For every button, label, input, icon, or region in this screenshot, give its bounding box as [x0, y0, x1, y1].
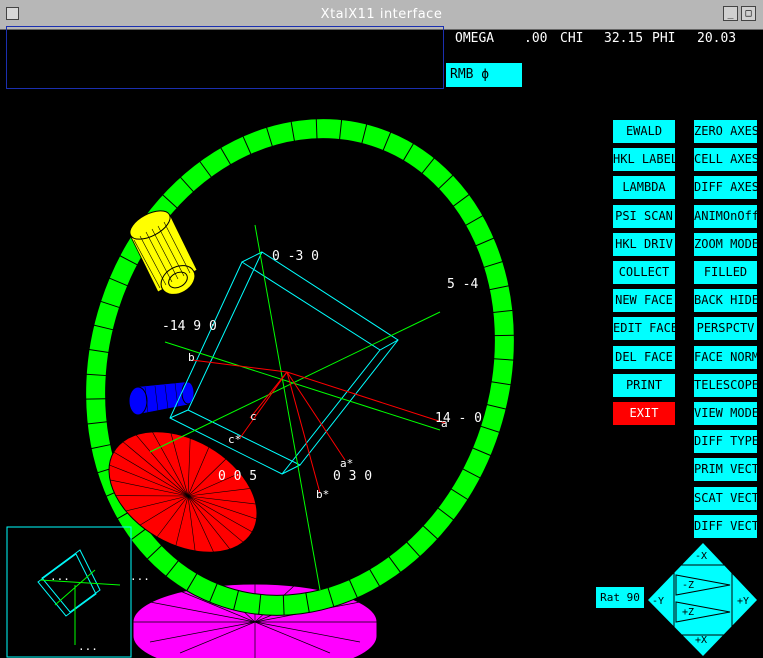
hkl-label-right-top: 5 -4	[447, 277, 478, 292]
rot-pos-y[interactable]: +Y	[737, 596, 749, 607]
diff-axes-button[interactable]: DIFF AXES	[694, 176, 757, 200]
axis-astar-label: a*	[340, 457, 353, 470]
crystal-wireframe	[169, 251, 399, 475]
mini-view[interactable]: ... ... ...	[6, 526, 150, 658]
collect-button[interactable]: COLLECT	[613, 261, 675, 284]
rot-neg-x[interactable]: -X	[695, 551, 707, 562]
new-face-button[interactable]: NEW FACE	[613, 289, 675, 313]
main-canvas: 0 -3 0 5 -4 -14 9 0 14 - 0 0 0 5 0 3 0 b…	[0, 26, 763, 658]
axis-a-label: a	[441, 417, 448, 430]
perspctv-button[interactable]: PERSPCTV	[694, 317, 757, 341]
hkl-label-button[interactable]: HKL LABEL	[613, 148, 675, 172]
axis-c-label: c	[250, 410, 257, 423]
phi-label: PHI	[652, 31, 676, 46]
window-title: XtalX11 interface	[320, 7, 443, 22]
print-button[interactable]: PRINT	[613, 373, 675, 397]
ewald-button[interactable]: EWALD	[613, 120, 675, 143]
hkl-label-bottom: 0 0 5	[218, 469, 257, 484]
hkl-label-left: -14 9 0	[162, 319, 217, 334]
mini-dots-3: ...	[78, 640, 98, 653]
edit-face-button[interactable]: EDIT FACE	[613, 317, 675, 341]
mini-dots-1: ...	[50, 570, 70, 583]
rot-pos-z[interactable]: +Z	[682, 607, 694, 618]
chi-value: 32.15	[604, 31, 644, 46]
omega-value: .00	[524, 31, 548, 46]
animonoff-button[interactable]: ANIMOnOff	[694, 204, 757, 228]
rotation-control[interactable]: -X +X -Y +Y -Z +Z	[648, 543, 757, 656]
rot-neg-y[interactable]: -Y	[652, 596, 664, 607]
del-face-button[interactable]: DEL FACE	[613, 345, 675, 369]
mini-dots-2: ...	[130, 570, 150, 583]
rot-pos-x[interactable]: +X	[695, 635, 707, 646]
hkl-label-bottom-right: 0 3 0	[333, 469, 372, 484]
chi-ring	[85, 118, 515, 616]
prim-vect-button[interactable]: PRIM VECT	[694, 458, 757, 482]
zero-axes-button[interactable]: ZERO AXES	[694, 120, 757, 143]
hkl-driv-button[interactable]: HKL DRIV	[613, 232, 675, 256]
lambda-button[interactable]: LAMBDA	[613, 176, 675, 200]
scat-vect-button[interactable]: SCAT VECT	[694, 486, 757, 510]
axis-cstar-label: c*	[228, 433, 241, 446]
rmb-phi-button[interactable]: RMB ϕ	[446, 63, 522, 87]
axis-b-label: b	[188, 351, 195, 364]
rotation-step-button[interactable]: Rat 90	[596, 587, 644, 608]
chi-label: CHI	[560, 31, 584, 46]
detector-disk	[108, 431, 258, 553]
filled-button[interactable]: FILLED	[694, 261, 757, 284]
omega-label: OMEGA	[455, 31, 495, 46]
diff-type-button[interactable]: DIFF TYPE	[694, 430, 757, 454]
message-area	[6, 26, 444, 89]
telescope-button[interactable]: TELESCOPE	[694, 373, 757, 397]
rot-neg-z[interactable]: -Z	[682, 580, 694, 591]
maximize-button[interactable]: □	[741, 6, 756, 21]
phi-value: 20.03	[697, 31, 737, 46]
minimize-button[interactable]: _	[723, 6, 738, 21]
view-mode-button[interactable]: VIEW MODE	[694, 402, 757, 425]
hkl-label-top: 0 -3 0	[272, 249, 319, 264]
back-hide-button[interactable]: BACK HIDE	[694, 289, 757, 313]
face-norm-button[interactable]: FACE NORM	[694, 345, 757, 369]
zoom-mode-button[interactable]: ZOOM MODE	[694, 232, 757, 256]
exit-button[interactable]: EXIT	[613, 402, 675, 425]
diff-vect-button[interactable]: DIFF VECT	[694, 514, 757, 538]
axis-bstar-label: b*	[316, 488, 329, 501]
cell-axes-button[interactable]: CELL AXES	[694, 148, 757, 172]
psi-scan-button[interactable]: PSI SCAN	[613, 204, 675, 228]
